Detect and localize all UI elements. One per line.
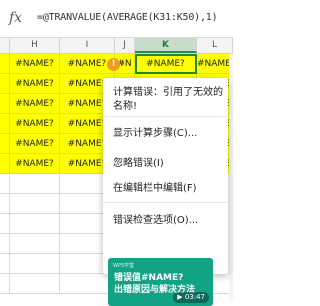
chevron-down-icon[interactable]: ▾ — [121, 60, 125, 68]
grid-cell[interactable] — [0, 134, 10, 154]
grid-cell[interactable] — [0, 54, 10, 74]
grid-cell[interactable] — [60, 274, 115, 294]
video-duration: ▶ 03:47 — [173, 292, 209, 303]
grid-cell[interactable] — [0, 154, 10, 174]
grid-cell[interactable] — [0, 114, 10, 134]
menu-item-error-check-options[interactable]: 错误检查选项(O)... — [113, 211, 223, 226]
fx-icon[interactable]: fx — [9, 10, 22, 26]
menu-divider — [103, 116, 228, 117]
grid-cell[interactable] — [10, 214, 60, 234]
grid-cell[interactable] — [0, 274, 10, 294]
video-source-tag: WPS学堂 — [113, 263, 135, 269]
column-header-i[interactable]: I — [60, 38, 115, 53]
grid-cell[interactable] — [0, 254, 10, 274]
grid-cell[interactable] — [10, 194, 60, 214]
grid-cell[interactable]: #NAME? — [10, 94, 60, 114]
grid-cell[interactable]: #NAME? — [10, 134, 60, 154]
warning-circle-icon[interactable]: ! — [107, 58, 120, 71]
formula-input[interactable]: =@TRANVALUE(AVERAGE(K31:K50),1) — [37, 12, 218, 23]
menu-item-ignore-error[interactable]: 忽略错误(I) — [113, 154, 223, 169]
help-video-card[interactable]: WPS学堂 错误值#NAME? 出错原因与解决方法 ▶ 03:47 — [108, 258, 213, 306]
grid-cell[interactable] — [0, 94, 10, 114]
column-header-row: H I J K L — [0, 38, 233, 54]
grid-cell[interactable] — [10, 174, 60, 194]
vertical-scrollbar[interactable] — [229, 54, 233, 300]
error-context-menu: 计算错误：引用了无效的名称! 显示计算步骤(C)... 忽略错误(I) 在编辑栏… — [103, 78, 228, 274]
grid-cell[interactable] — [10, 234, 60, 254]
menu-divider — [103, 202, 228, 203]
grid-cell[interactable] — [0, 234, 10, 254]
menu-item-edit-in-formula-bar[interactable]: 在编辑栏中编辑(F) — [113, 179, 223, 194]
active-cell[interactable]: #NAME? — [135, 54, 197, 74]
video-title-line1: 错误值#NAME? — [114, 273, 184, 283]
grid-cell[interactable]: #NAME? — [10, 154, 60, 174]
grid-cell[interactable]: #NAME? — [10, 54, 60, 74]
grid-cell[interactable] — [0, 214, 10, 234]
grid-cell[interactable] — [10, 274, 60, 294]
formula-bar: fx =@TRANVALUE(AVERAGE(K31:K50),1) — [0, 0, 233, 38]
column-header-j[interactable]: J — [115, 38, 135, 53]
grid-cell[interactable] — [0, 194, 10, 214]
error-message: 计算错误：引用了无效的名称! — [113, 87, 223, 112]
menu-item-show-calc-steps[interactable]: 显示计算步骤(C)... — [113, 124, 223, 139]
column-header-partial — [0, 38, 10, 53]
grid-cell[interactable]: #NAME? — [10, 114, 60, 134]
column-header-h[interactable]: H — [10, 38, 60, 53]
column-header-k[interactable]: K — [135, 38, 197, 53]
column-header-l[interactable]: L — [197, 38, 233, 53]
grid-cell[interactable]: #NAME? — [10, 74, 60, 94]
grid-cell[interactable] — [0, 74, 10, 94]
grid-cell[interactable] — [0, 174, 10, 194]
grid-cell[interactable] — [10, 254, 60, 274]
grid-cell[interactable]: #NAME? — [197, 54, 233, 74]
